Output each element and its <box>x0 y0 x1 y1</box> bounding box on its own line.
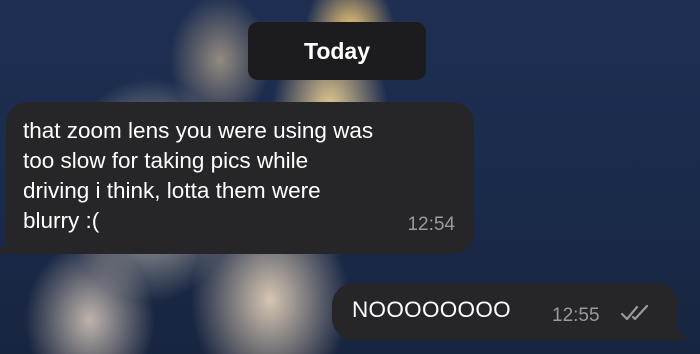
message-text: NOOOOOOOO <box>352 297 511 322</box>
message-line: that zoom lens you were using was <box>23 118 374 143</box>
incoming-message-bubble[interactable]: that zoom lens you were using was too sl… <box>0 102 474 254</box>
double-check-icon <box>620 304 649 321</box>
date-separator: Today <box>248 22 426 80</box>
message-line: driving i think, lotta them were <box>23 178 321 203</box>
message-line: too slow for taking pics while <box>23 148 309 173</box>
message-line: blurry :( <box>23 208 100 233</box>
message-timestamp: 12:55 <box>552 305 600 326</box>
message-timestamp: 12:54 <box>407 214 455 235</box>
outgoing-message-bubble[interactable]: NOOOOOOOO 12:55 <box>332 283 688 340</box>
message-text: that zoom lens you were using was too sl… <box>23 116 463 236</box>
chat-view: Today that zoom lens you were using was … <box>0 0 700 354</box>
date-separator-label: Today <box>303 37 371 64</box>
